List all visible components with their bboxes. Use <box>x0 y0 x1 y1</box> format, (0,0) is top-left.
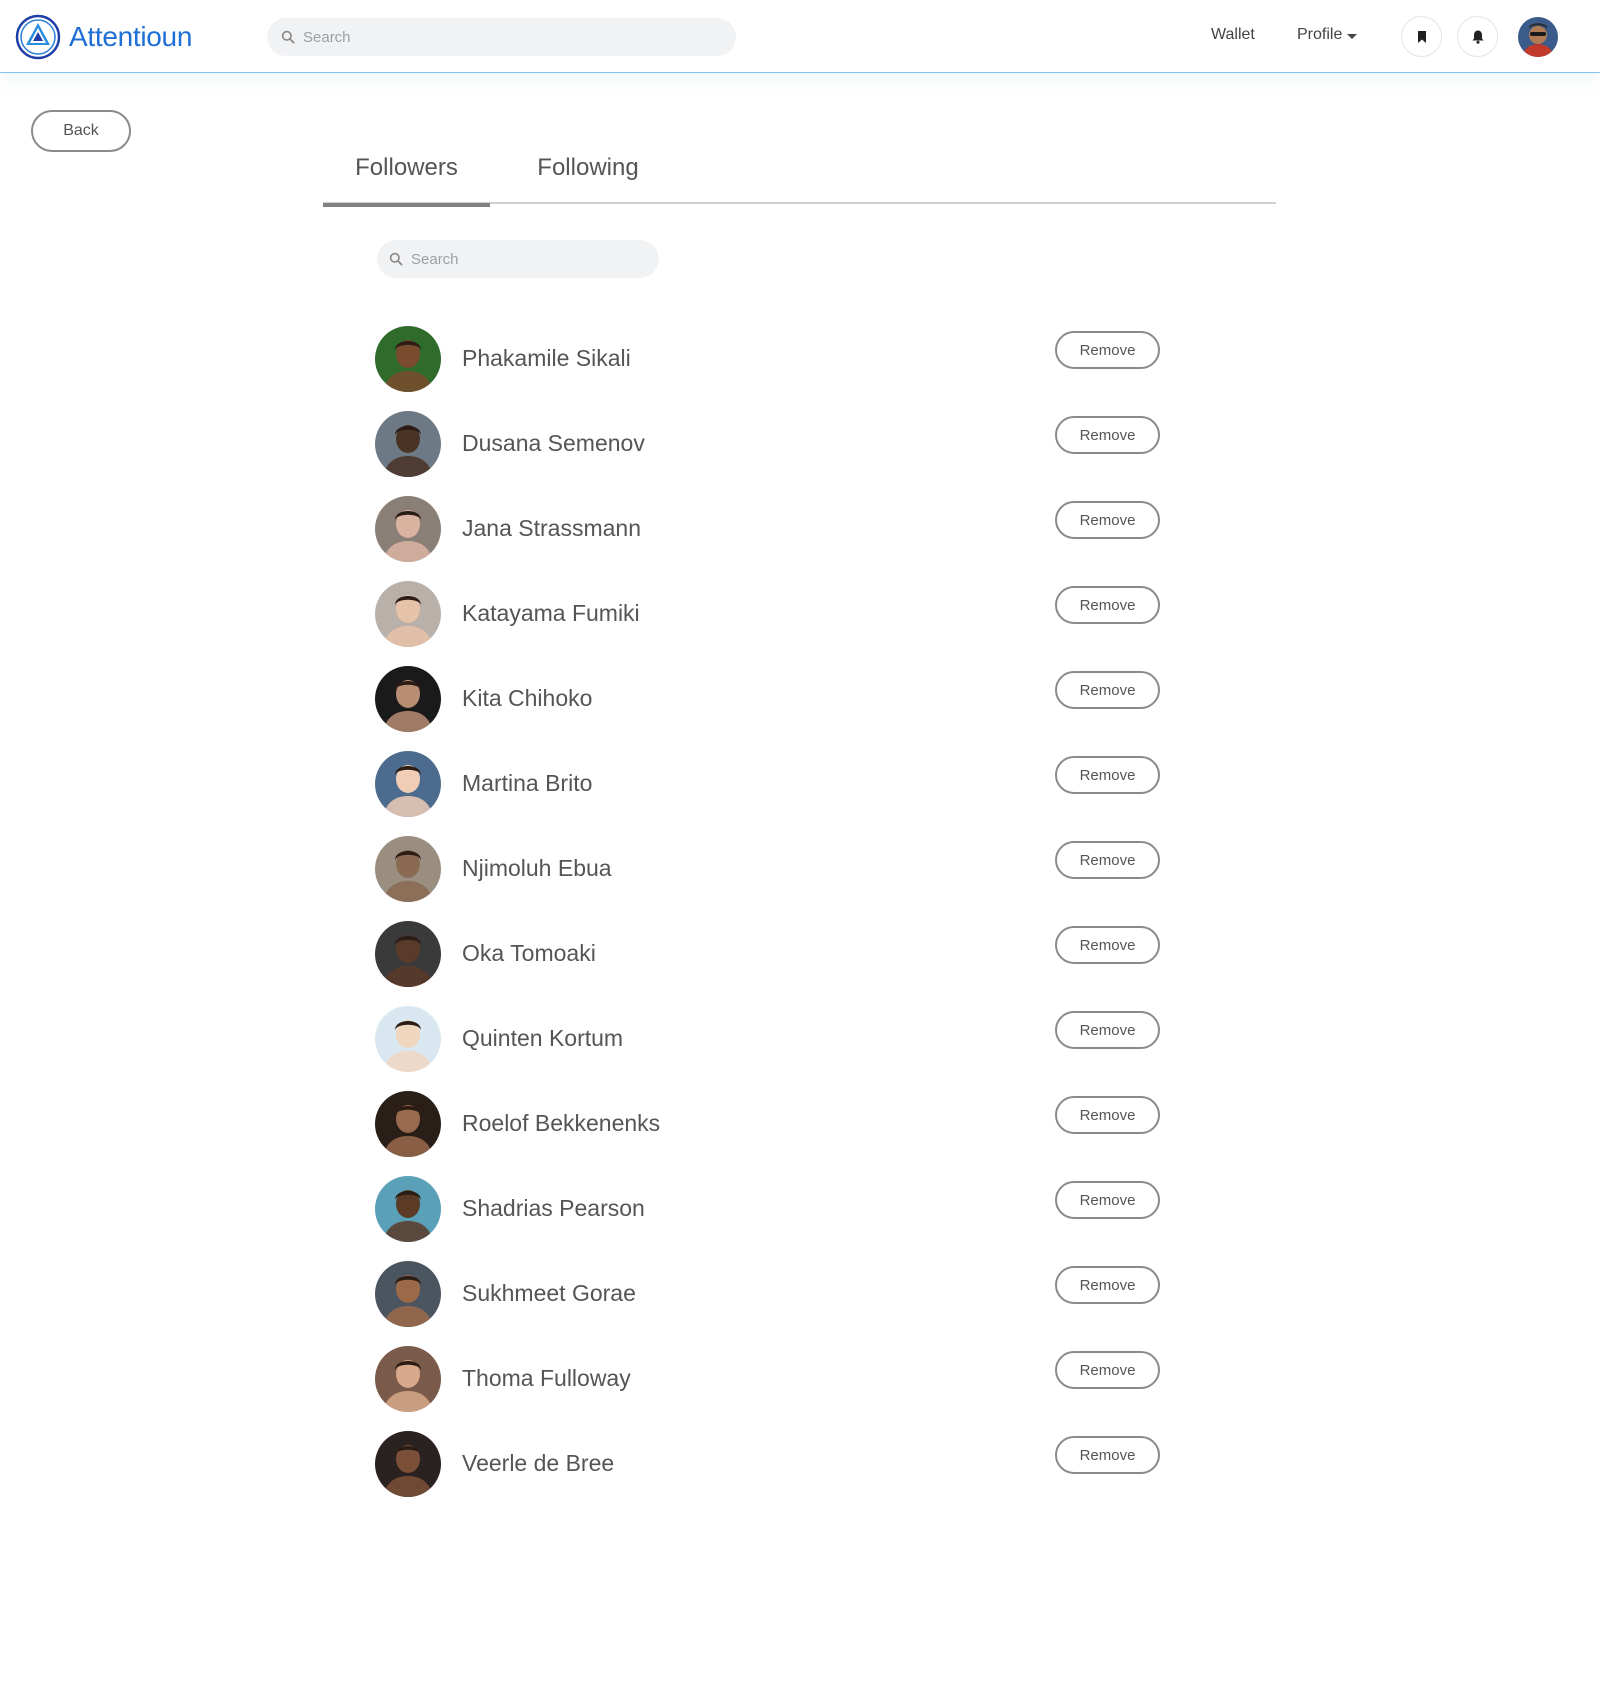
brand-logo[interactable]: Attentioun <box>15 14 192 60</box>
caret-down-icon <box>1347 33 1358 39</box>
follower-avatar[interactable] <box>375 835 441 902</box>
nav-profile-dropdown[interactable]: Profile <box>1297 26 1358 44</box>
remove-follower-button[interactable]: Remove <box>1055 1011 1160 1049</box>
remove-follower-button[interactable]: Remove <box>1055 331 1160 369</box>
remove-follower-button[interactable]: Remove <box>1055 586 1160 624</box>
follow-tabs: Followers Following <box>323 148 1276 207</box>
follower-avatar[interactable] <box>375 1090 441 1157</box>
avatar-photo <box>375 1175 441 1242</box>
follower-name[interactable]: Quinten Kortum <box>462 1025 623 1052</box>
follower-row: Shadrias Pearson Remove <box>375 1166 1161 1251</box>
follower-avatar[interactable] <box>375 1175 441 1242</box>
follower-name[interactable]: Katayama Fumiki <box>462 600 640 627</box>
user-avatar[interactable] <box>1518 17 1558 57</box>
avatar-photo <box>375 1260 441 1327</box>
remove-follower-button[interactable]: Remove <box>1055 1181 1160 1219</box>
remove-follower-button[interactable]: Remove <box>1055 416 1160 454</box>
follower-name[interactable]: Oka Tomoaki <box>462 940 596 967</box>
follower-avatar[interactable] <box>375 325 441 392</box>
top-navbar: Attentioun Wallet Profile <box>0 0 1600 73</box>
follower-row: Dusana Semenov Remove <box>375 401 1161 486</box>
remove-follower-button[interactable]: Remove <box>1055 756 1160 794</box>
follower-avatar[interactable] <box>375 1005 441 1072</box>
avatar-photo <box>375 495 441 562</box>
logo-icon <box>15 14 61 60</box>
follower-row: Kita Chihoko Remove <box>375 656 1161 741</box>
follower-name[interactable]: Jana Strassmann <box>462 515 641 542</box>
follower-avatar[interactable] <box>375 665 441 732</box>
follower-row: Jana Strassmann Remove <box>375 486 1161 571</box>
remove-follower-button[interactable]: Remove <box>1055 1436 1160 1474</box>
follower-row: Thoma Fulloway Remove <box>375 1336 1161 1421</box>
follower-row: Phakamile Sikali Remove <box>375 316 1161 401</box>
header-search-input[interactable] <box>303 28 736 46</box>
follower-name[interactable]: Shadrias Pearson <box>462 1195 645 1222</box>
avatar-photo <box>375 1430 441 1497</box>
remove-follower-button[interactable]: Remove <box>1055 1266 1160 1304</box>
avatar-photo <box>375 1090 441 1157</box>
follower-name[interactable]: Veerle de Bree <box>462 1450 614 1477</box>
brand-name: Attentioun <box>69 21 193 52</box>
avatar-photo <box>375 750 441 817</box>
avatar-photo <box>375 410 441 477</box>
nav-wallet-link[interactable]: Wallet <box>1211 26 1255 44</box>
follower-row: Oka Tomoaki Remove <box>375 911 1161 996</box>
followers-search-input[interactable] <box>411 250 659 268</box>
tab-following[interactable]: Following <box>513 148 663 204</box>
remove-follower-button[interactable]: Remove <box>1055 501 1160 539</box>
follower-name[interactable]: Sukhmeet Gorae <box>462 1280 636 1307</box>
back-button[interactable]: Back <box>31 110 131 152</box>
follower-name[interactable]: Thoma Fulloway <box>462 1365 631 1392</box>
nav-profile-label: Profile <box>1297 26 1343 43</box>
user-avatar-image <box>1518 17 1558 57</box>
bell-icon <box>1472 30 1483 44</box>
follower-name[interactable]: Kita Chihoko <box>462 685 592 712</box>
follower-avatar[interactable] <box>375 1345 441 1412</box>
follower-avatar[interactable] <box>375 1430 441 1497</box>
followers-list: Phakamile Sikali Remove Dusana Semenov Remo… <box>375 316 1161 1506</box>
header-search[interactable] <box>267 18 736 56</box>
follower-avatar[interactable] <box>375 920 441 987</box>
follower-row: Katayama Fumiki Remove <box>375 571 1161 656</box>
remove-follower-button[interactable]: Remove <box>1055 841 1160 879</box>
follower-avatar[interactable] <box>375 410 441 477</box>
remove-follower-button[interactable]: Remove <box>1055 926 1160 964</box>
avatar-photo <box>375 1345 441 1412</box>
avatar-photo <box>375 665 441 732</box>
follower-row: Njimoluh Ebua Remove <box>375 826 1161 911</box>
search-icon <box>281 30 295 44</box>
remove-follower-button[interactable]: Remove <box>1055 1096 1160 1134</box>
follower-name[interactable]: Dusana Semenov <box>462 430 645 457</box>
follower-name[interactable]: Martina Brito <box>462 770 592 797</box>
remove-follower-button[interactable]: Remove <box>1055 671 1160 709</box>
remove-follower-button[interactable]: Remove <box>1055 1351 1160 1389</box>
notifications-button[interactable] <box>1457 16 1498 57</box>
follower-name[interactable]: Phakamile Sikali <box>462 345 631 372</box>
follower-avatar[interactable] <box>375 1260 441 1327</box>
follower-name[interactable]: Njimoluh Ebua <box>462 855 612 882</box>
avatar-photo <box>375 325 441 392</box>
bookmark-button[interactable] <box>1401 16 1442 57</box>
follower-row: Quinten Kortum Remove <box>375 996 1161 1081</box>
tab-followers[interactable]: Followers <box>323 148 490 207</box>
follower-row: Martina Brito Remove <box>375 741 1161 826</box>
follower-avatar[interactable] <box>375 495 441 562</box>
avatar-photo <box>375 580 441 647</box>
follower-avatar[interactable] <box>375 750 441 817</box>
search-icon <box>389 252 403 266</box>
avatar-photo <box>375 1005 441 1072</box>
follower-row: Veerle de Bree Remove <box>375 1421 1161 1506</box>
bookmark-icon <box>1417 30 1426 43</box>
follower-name[interactable]: Roelof Bekkenenks <box>462 1110 660 1137</box>
follower-row: Roelof Bekkenenks Remove <box>375 1081 1161 1166</box>
followers-search[interactable] <box>377 240 659 278</box>
avatar-photo <box>375 920 441 987</box>
follower-avatar[interactable] <box>375 580 441 647</box>
follower-row: Sukhmeet Gorae Remove <box>375 1251 1161 1336</box>
avatar-photo <box>375 835 441 902</box>
